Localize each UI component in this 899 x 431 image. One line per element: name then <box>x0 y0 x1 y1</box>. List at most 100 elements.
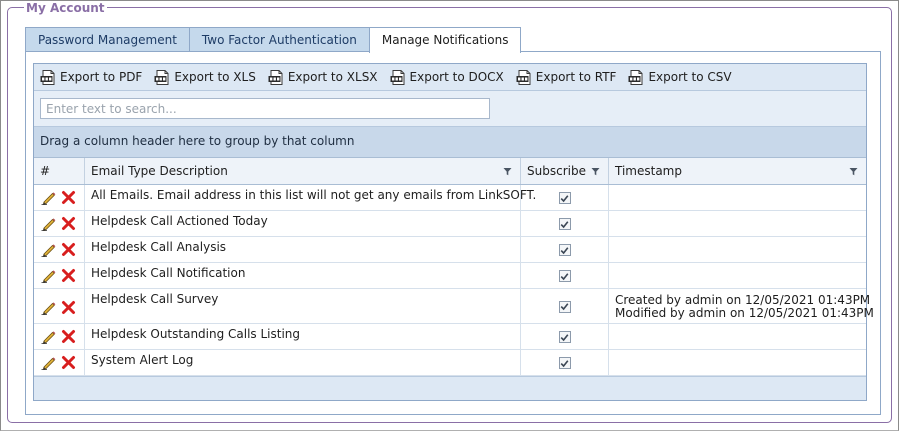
subscribe-checkbox[interactable] <box>558 244 571 256</box>
column-header-label: Subscribe <box>527 164 586 178</box>
email-type-description: Helpdesk Outstanding Calls Listing <box>85 324 521 349</box>
email-type-description: System Alert Log <box>85 350 521 375</box>
delete-icon[interactable] <box>61 190 76 205</box>
email-type-description: Helpdesk Call Actioned Today <box>85 211 521 236</box>
grid-rows: All Emails. Email address in this list w… <box>34 185 874 376</box>
grid-footer <box>34 376 866 400</box>
delete-icon[interactable] <box>61 242 76 257</box>
search-input[interactable] <box>40 98 490 119</box>
delete-icon[interactable] <box>61 329 76 344</box>
export-rtf-button[interactable]: Export to RTF <box>516 69 617 85</box>
timestamp-cell <box>609 350 866 375</box>
export-label: Export to XLSX <box>287 70 378 84</box>
subscribe-checkbox[interactable] <box>558 218 571 230</box>
tab-bar: Password Management Two Factor Authentic… <box>25 27 522 53</box>
checkmark-icon <box>560 333 569 341</box>
row-actions <box>34 211 85 236</box>
edit-icon[interactable] <box>41 300 56 315</box>
column-header-timestamp[interactable]: Timestamp <box>609 158 866 184</box>
subscribe-checkbox[interactable] <box>558 357 571 369</box>
delete-icon[interactable] <box>61 268 76 283</box>
subscribe-cell <box>521 324 609 349</box>
column-header-label: Email Type Description <box>91 164 228 178</box>
table-row: System Alert Log <box>34 350 866 376</box>
edit-icon[interactable] <box>41 190 56 205</box>
export-xls-button[interactable]: Export to XLS <box>154 69 256 85</box>
timestamp-cell <box>609 237 866 262</box>
column-header-label: Timestamp <box>615 164 682 178</box>
export-xlsx-button[interactable]: Export to XLSX <box>268 69 378 85</box>
xls-file-icon <box>154 69 169 85</box>
row-actions <box>34 263 85 288</box>
export-label: Export to DOCX <box>409 70 504 84</box>
filter-icon[interactable] <box>503 167 512 176</box>
table-row: All Emails. Email address in this list w… <box>34 185 866 211</box>
subscribe-checkbox[interactable] <box>558 270 571 282</box>
tab-password-management[interactable]: Password Management <box>25 27 190 52</box>
column-header-email-type-description[interactable]: Email Type Description <box>85 158 521 184</box>
edit-icon[interactable] <box>41 242 56 257</box>
docx-file-icon <box>390 69 405 85</box>
delete-icon[interactable] <box>61 216 76 231</box>
row-actions <box>34 324 85 349</box>
table-row: Helpdesk Call Actioned Today <box>34 211 866 237</box>
delete-icon[interactable] <box>61 355 76 370</box>
filter-icon[interactable] <box>849 167 858 176</box>
group-by-panel[interactable]: Drag a column header here to group by th… <box>34 127 866 158</box>
timestamp-cell: Created by admin on 12/05/2021 01:43PM Mo… <box>609 289 874 323</box>
checkmark-icon <box>560 272 569 280</box>
row-actions <box>34 350 85 375</box>
subscribe-cell <box>521 289 609 323</box>
checkmark-icon <box>560 246 569 254</box>
table-row: Helpdesk Outstanding Calls Listing <box>34 324 866 350</box>
subscribe-checkbox[interactable] <box>558 192 571 204</box>
column-header-label: # <box>40 164 51 178</box>
export-csv-button[interactable]: Export to CSV <box>628 69 732 85</box>
export-label: Export to XLS <box>174 70 256 84</box>
row-actions <box>34 289 85 323</box>
checkmark-icon <box>560 359 569 367</box>
subscribe-cell <box>521 237 609 262</box>
export-toolbar: Export to PDF Export to XLS Export to XLSX… <box>34 64 866 91</box>
filter-icon[interactable] <box>591 167 600 176</box>
checkmark-icon <box>560 303 569 311</box>
subscribe-checkbox[interactable] <box>558 300 571 313</box>
email-type-description: All Emails. Email address in this list w… <box>85 185 536 210</box>
xlsx-file-icon <box>268 69 283 85</box>
subscribe-cell <box>521 185 609 210</box>
export-pdf-button[interactable]: Export to PDF <box>40 69 143 85</box>
row-actions <box>34 237 85 262</box>
subscribe-cell <box>521 263 609 288</box>
row-actions <box>34 185 85 210</box>
tab-manage-notifications[interactable]: Manage Notifications <box>368 27 522 53</box>
tab-two-factor-authentication[interactable]: Two Factor Authentication <box>188 27 370 52</box>
timestamp-line: Modified by admin on 12/05/2021 01:43PM <box>615 306 874 320</box>
email-type-description: Helpdesk Call Notification <box>85 263 521 288</box>
timestamp-cell <box>609 211 866 236</box>
export-docx-button[interactable]: Export to DOCX <box>390 69 504 85</box>
checkmark-icon <box>560 194 569 202</box>
edit-icon[interactable] <box>41 355 56 370</box>
timestamp-cell <box>609 324 866 349</box>
export-label: Export to PDF <box>60 70 143 84</box>
email-type-description: Helpdesk Call Analysis <box>85 237 521 262</box>
checkmark-icon <box>560 220 569 228</box>
fieldset-legend: My Account <box>24 1 107 17</box>
email-type-description: Helpdesk Call Survey <box>85 289 521 323</box>
subscribe-checkbox[interactable] <box>558 331 571 343</box>
pdf-file-icon <box>40 69 55 85</box>
edit-icon[interactable] <box>41 216 56 231</box>
export-label: Export to RTF <box>535 70 617 84</box>
column-header-number[interactable]: # <box>34 158 85 184</box>
delete-icon[interactable] <box>61 300 76 315</box>
edit-icon[interactable] <box>41 268 56 283</box>
edit-icon[interactable] <box>41 329 56 344</box>
table-row: Helpdesk Call Survey Created by admin on … <box>34 289 874 324</box>
subscribe-cell <box>521 350 609 375</box>
grid-header-row: # Email Type Description Subscribe Times… <box>34 158 866 185</box>
search-panel <box>34 91 866 127</box>
column-header-subscribe[interactable]: Subscribe <box>521 158 609 184</box>
subscribe-cell <box>521 211 609 236</box>
table-row: Helpdesk Call Analysis <box>34 237 866 263</box>
rtf-file-icon <box>516 69 531 85</box>
